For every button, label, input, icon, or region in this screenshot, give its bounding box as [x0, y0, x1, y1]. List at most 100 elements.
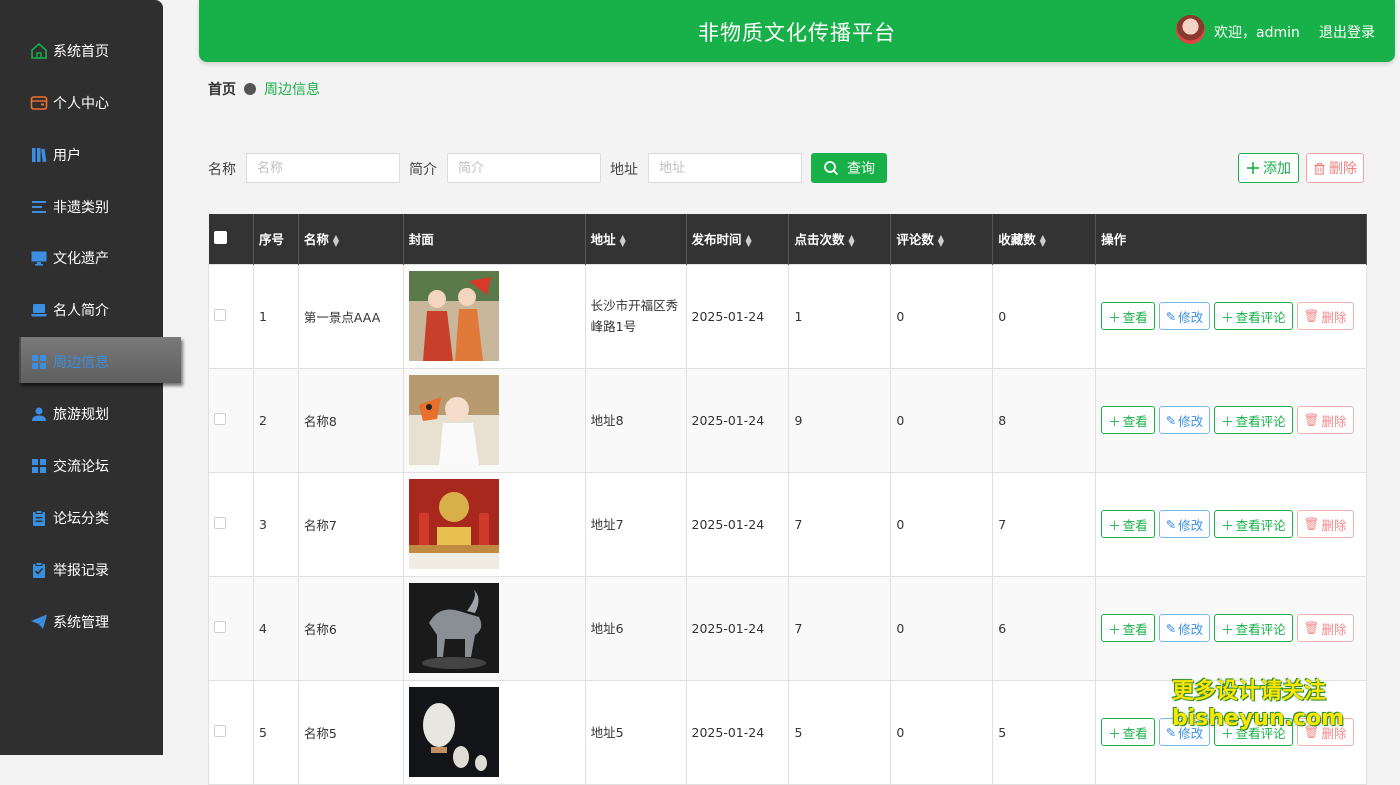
send-icon — [30, 613, 48, 631]
view-button[interactable]: ＋查看 — [1101, 614, 1155, 642]
plus-icon: ＋ — [1221, 621, 1234, 637]
sidebar-item-home[interactable]: 系统首页 — [30, 36, 109, 66]
cell-cover — [402, 679, 586, 785]
cell-comments: 0 — [890, 471, 994, 577]
top-header: 非物质文化传播平台 欢迎，admin 退出登录 — [199, 0, 1395, 62]
address-search-input[interactable] — [648, 153, 802, 183]
sidebar-item-forum[interactable]: 交流论坛 — [30, 451, 109, 481]
row-checkbox[interactable] — [214, 620, 226, 633]
view-comments-button[interactable]: ＋查看评论 — [1214, 614, 1293, 642]
sidebar-item-cultural-heritage[interactable]: 文化遗产 — [30, 243, 109, 273]
sidebar-item-users[interactable]: 用户 — [30, 140, 81, 170]
cell-time: 2025-01-24 — [685, 263, 790, 369]
sort-icon[interactable]: ▲ ▼ — [938, 233, 944, 247]
cell-favorites: 7 — [992, 471, 1097, 577]
view-button[interactable]: ＋查看 — [1101, 718, 1155, 746]
view-button[interactable]: ＋查看 — [1101, 406, 1155, 434]
column-header-favorites[interactable]: 收藏数 ▲ ▼ — [992, 214, 1097, 264]
sort-icon[interactable]: ▲ ▼ — [1040, 233, 1046, 247]
add-button[interactable]: 添加 — [1238, 153, 1299, 183]
column-header-cover: 封面 — [403, 214, 586, 264]
query-button[interactable]: 查询 — [811, 153, 887, 183]
sidebar-item-profile[interactable]: 个人中心 — [30, 88, 109, 118]
row-delete-button[interactable]: 🗑 删除 — [1296, 406, 1354, 434]
cell-clicks: 9 — [788, 367, 892, 473]
sidebar-item-nearby-info[interactable]: 周边信息 — [30, 347, 109, 377]
column-header-comments[interactable]: 评论数 ▲ ▼ — [890, 214, 994, 264]
breadcrumb: 首页 周边信息 — [208, 79, 320, 99]
row-delete-button[interactable]: 🗑 删除 — [1296, 510, 1354, 538]
column-header-clicks[interactable]: 点击次数 ▲ ▼ — [788, 214, 892, 264]
row-select-cell — [208, 367, 254, 473]
pencil-icon: ✎ — [1165, 516, 1177, 532]
cell-no: 4 — [252, 575, 299, 681]
view-button[interactable]: ＋查看 — [1101, 302, 1155, 330]
books-icon — [30, 146, 48, 164]
cover-image[interactable] — [408, 375, 580, 465]
cover-image[interactable] — [408, 687, 580, 777]
pencil-icon: ✎ — [1165, 412, 1177, 428]
edit-button[interactable]: ✎ 修改 — [1158, 614, 1211, 642]
cell-actions: ＋查看 ✎ 修改 ＋查看评论 🗑 删除 — [1095, 471, 1367, 577]
column-header-address[interactable]: 地址 ▲ ▼ — [585, 214, 687, 264]
sidebar-item-report-records[interactable]: 举报记录 — [30, 555, 109, 585]
column-header-no: 序号 — [253, 214, 299, 264]
sidebar-item-heritage-category[interactable]: 非遗类别 — [30, 192, 109, 222]
sidebar-item-label: 系统首页 — [53, 44, 109, 60]
batch-delete-button[interactable]: 删除 — [1306, 153, 1364, 183]
sidebar-item-travel-plan[interactable]: 旅游规划 — [30, 399, 109, 429]
cell-favorites: 8 — [992, 367, 1097, 473]
edit-button[interactable]: ✎ 修改 — [1158, 406, 1211, 434]
table-header-row: 序号 名称 ▲ ▼ 封面 地址 ▲ ▼ 发布时间 ▲ ▼ 点击次数 ▲ ▼ 评论数 ▲ ▼ 收藏数 ▲… — [208, 214, 1367, 264]
sidebar-item-label: 周边信息 — [53, 355, 109, 371]
view-comments-button[interactable]: ＋查看评论 — [1214, 406, 1293, 434]
logout-button[interactable]: 退出登录 — [1319, 22, 1375, 42]
cell-name: 名称8 — [297, 367, 404, 473]
table-row: 3 名称7 地址7 2025-01-24 7 0 7 ＋查看 ✎ 修改 ＋查看评论… — [208, 471, 1367, 577]
intro-search-input[interactable] — [447, 153, 601, 183]
sort-icon[interactable]: ▲ ▼ — [620, 233, 626, 247]
plus-icon: ＋ — [1108, 517, 1121, 533]
column-header-time[interactable]: 发布时间 ▲ ▼ — [686, 214, 790, 264]
cover-image[interactable] — [408, 583, 580, 673]
cell-address: 地址8 — [584, 367, 687, 473]
sidebar-item-celebrities[interactable]: 名人简介 — [30, 295, 109, 325]
row-delete-button[interactable]: 🗑 删除 — [1296, 302, 1354, 330]
avatar[interactable] — [1176, 15, 1205, 44]
view-comments-button[interactable]: ＋查看评论 — [1214, 302, 1293, 330]
sidebar-item-forum-category[interactable]: 论坛分类 — [30, 503, 109, 533]
sort-icon[interactable]: ▲ ▼ — [848, 233, 854, 247]
select-all-checkbox[interactable] — [213, 230, 227, 244]
breadcrumb-home[interactable]: 首页 — [208, 79, 236, 99]
view-comments-button[interactable]: ＋查看评论 — [1214, 510, 1293, 538]
search-icon — [824, 161, 839, 176]
column-header-name[interactable]: 名称 ▲ ▼ — [298, 214, 404, 264]
cover-image[interactable] — [408, 271, 580, 361]
row-checkbox[interactable] — [214, 412, 226, 425]
cell-comments: 0 — [890, 575, 994, 681]
sidebar-item-label: 名人简介 — [53, 303, 109, 319]
sort-icon[interactable]: ▲ ▼ — [333, 233, 339, 247]
row-checkbox[interactable] — [214, 308, 226, 321]
cover-image[interactable] — [408, 479, 580, 569]
edit-button[interactable]: ✎ 修改 — [1158, 510, 1211, 538]
name-search-input[interactable] — [246, 153, 400, 183]
cell-actions: ＋查看 ✎ 修改 ＋查看评论 🗑 删除 — [1095, 575, 1367, 681]
view-button[interactable]: ＋查看 — [1101, 510, 1155, 538]
row-checkbox[interactable] — [214, 724, 226, 737]
plus-icon: ＋ — [1108, 725, 1121, 741]
edit-button[interactable]: ✎ 修改 — [1158, 302, 1211, 330]
trash-icon: 🗑 — [1303, 308, 1320, 323]
home-icon — [30, 42, 48, 60]
sort-icon[interactable]: ▲ ▼ — [746, 233, 752, 247]
trash-icon: 🗑 — [1303, 412, 1320, 427]
welcome-text: 欢迎，admin — [1214, 25, 1300, 41]
row-delete-button[interactable]: 🗑 删除 — [1296, 614, 1354, 642]
trash-icon: 🗑 — [1303, 516, 1320, 531]
plus-icon: ＋ — [1108, 309, 1121, 325]
row-checkbox[interactable] — [214, 516, 226, 529]
sidebar-item-system-management[interactable]: 系统管理 — [30, 607, 109, 637]
breadcrumb-separator-icon — [244, 83, 256, 95]
address-search-label: 地址 — [610, 162, 638, 178]
sidebar-item-label: 非遗类别 — [53, 200, 109, 216]
